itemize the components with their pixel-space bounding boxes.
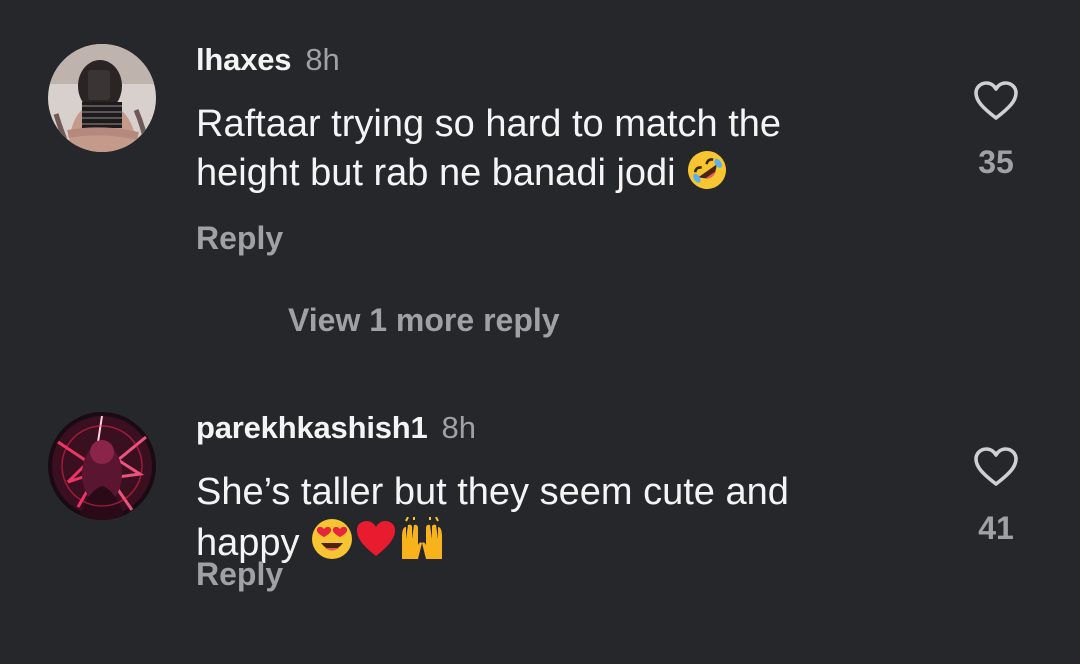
comment-text-line: Raftaar trying so hard to match the (196, 103, 782, 145)
reply-button[interactable]: Reply (196, 220, 283, 257)
comment-header: parekhkashish1 8h (196, 410, 476, 446)
rolling-on-floor-laughing-emoji (686, 149, 728, 204)
comment-header: lhaxes 8h (196, 42, 340, 78)
heart-outline-icon[interactable] (973, 446, 1019, 488)
heart-eyes-emoji (310, 517, 354, 574)
timestamp: 8h (305, 42, 340, 77)
timestamp: 8h (441, 410, 477, 445)
comment-text-line: She’s taller but they seem cute and (196, 471, 789, 513)
view-more-replies-button[interactable]: View 1 more reply (288, 302, 560, 339)
username[interactable]: lhaxes (196, 42, 292, 77)
comment-text: She’s taller but they seem cute and happ… (196, 468, 896, 574)
red-heart-emoji (354, 517, 398, 574)
comment-text: Raftaar trying so hard to match the heig… (196, 100, 896, 204)
like-count: 35 (978, 144, 1014, 180)
like-section: 35 (960, 80, 1032, 181)
avatar[interactable] (48, 412, 156, 520)
like-count: 41 (978, 510, 1014, 546)
heart-outline-icon[interactable] (973, 80, 1019, 122)
raising-hands-emoji (398, 516, 446, 574)
like-section: 41 (960, 446, 1032, 547)
avatar[interactable] (48, 44, 156, 152)
reply-button[interactable]: Reply (196, 556, 283, 593)
username[interactable]: parekhkashish1 (196, 410, 428, 445)
comment-text-line: height but rab ne banadi jodi (196, 152, 676, 194)
